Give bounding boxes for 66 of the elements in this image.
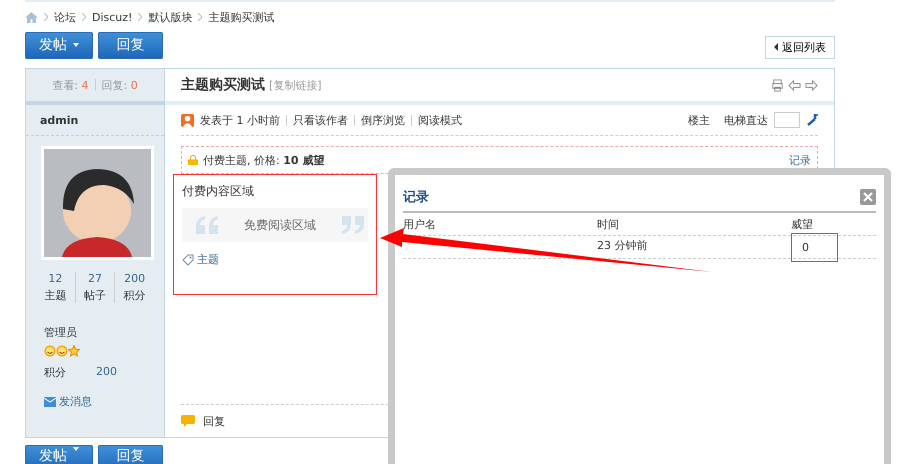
- post-option-link[interactable]: 阅读模式: [418, 112, 462, 128]
- floor-label: 楼主: [688, 112, 710, 128]
- previous-arrow-icon[interactable]: [788, 78, 801, 92]
- chevron-icon: [198, 13, 202, 21]
- breadcrumb-link[interactable]: 论坛: [54, 10, 76, 24]
- reply-button[interactable]: 回复: [98, 445, 163, 464]
- paid-notice: 付费主题, 价格: 10 威望: [203, 152, 324, 168]
- caret-icon: [774, 43, 778, 51]
- print-icon[interactable]: [771, 78, 784, 92]
- star-icon: [68, 345, 80, 357]
- post-option-link[interactable]: 倒序浏览: [361, 112, 405, 128]
- next-arrow-icon[interactable]: [805, 78, 818, 92]
- go-icon[interactable]: [806, 113, 818, 127]
- back-to-list-button[interactable]: 返回列表: [765, 36, 835, 58]
- record-link[interactable]: 记录: [789, 152, 811, 168]
- tag-link[interactable]: 主题: [197, 252, 219, 267]
- home-icon[interactable]: [25, 12, 38, 22]
- user-icon: [181, 114, 194, 126]
- smiley-icon: [56, 345, 68, 357]
- stat-label: 积分: [124, 288, 146, 303]
- close-button[interactable]: [860, 189, 876, 205]
- stat-label: 主题: [44, 288, 66, 303]
- open-quote-icon: [196, 216, 220, 234]
- dialog-title: 记录: [403, 189, 429, 206]
- chevron-icon: [82, 13, 86, 21]
- thread-title: 主题购买测试: [181, 76, 265, 94]
- reply-button[interactable]: 回复: [98, 32, 163, 58]
- avatar[interactable]: [41, 146, 154, 260]
- stat-value[interactable]: 12: [48, 272, 62, 285]
- envelope-icon: [44, 396, 56, 406]
- column-header: 用户名: [403, 216, 437, 232]
- free-read-text: 免费阅读区域: [243, 216, 317, 234]
- jump-label: 电梯直达: [724, 112, 768, 128]
- floor-input[interactable]: [774, 112, 800, 128]
- table-cell: 0: [791, 232, 838, 262]
- smiley-icon: [44, 345, 56, 357]
- breadcrumb-link[interactable]: 默认版块: [148, 10, 192, 24]
- stat-value[interactable]: 27: [88, 272, 102, 285]
- new-post-button[interactable]: 发帖: [25, 445, 93, 464]
- views-count: 查看: 4: [52, 78, 88, 92]
- lock-icon: [188, 155, 198, 165]
- replies-count: 回复: 0: [102, 78, 138, 92]
- chevron-icon: [44, 13, 48, 21]
- paid-content-heading: 付费内容区域: [182, 183, 255, 200]
- breadcrumb-link[interactable]: Discuz!: [92, 10, 132, 24]
- tag-icon: [182, 254, 194, 266]
- user-group: 管理员: [44, 325, 164, 340]
- post-option-link[interactable]: 只看该作者: [293, 112, 348, 128]
- caret-icon: [73, 447, 79, 451]
- send-message-link[interactable]: 发消息: [59, 394, 92, 409]
- speech-bubble-icon[interactable]: [181, 415, 195, 427]
- column-header: 时间: [597, 216, 620, 232]
- breadcrumb-link[interactable]: 主题购买测试: [208, 10, 274, 24]
- points-label: 积分: [44, 365, 66, 380]
- reply-link[interactable]: 回复: [203, 414, 225, 428]
- stat-value[interactable]: 200: [124, 272, 146, 285]
- chevron-icon: [138, 13, 142, 21]
- post-time: 发表于 1 小时前: [200, 112, 280, 128]
- author-name[interactable]: admin: [40, 114, 78, 126]
- new-post-button[interactable]: 发帖: [25, 32, 93, 58]
- column-header: 威望: [791, 216, 813, 232]
- table-cell-text: 23 分钟前: [597, 238, 648, 252]
- stat-label: 帖子: [84, 288, 106, 303]
- close-quote-icon: [340, 216, 364, 234]
- caret-icon: [73, 43, 79, 47]
- points-value[interactable]: 200: [96, 365, 117, 380]
